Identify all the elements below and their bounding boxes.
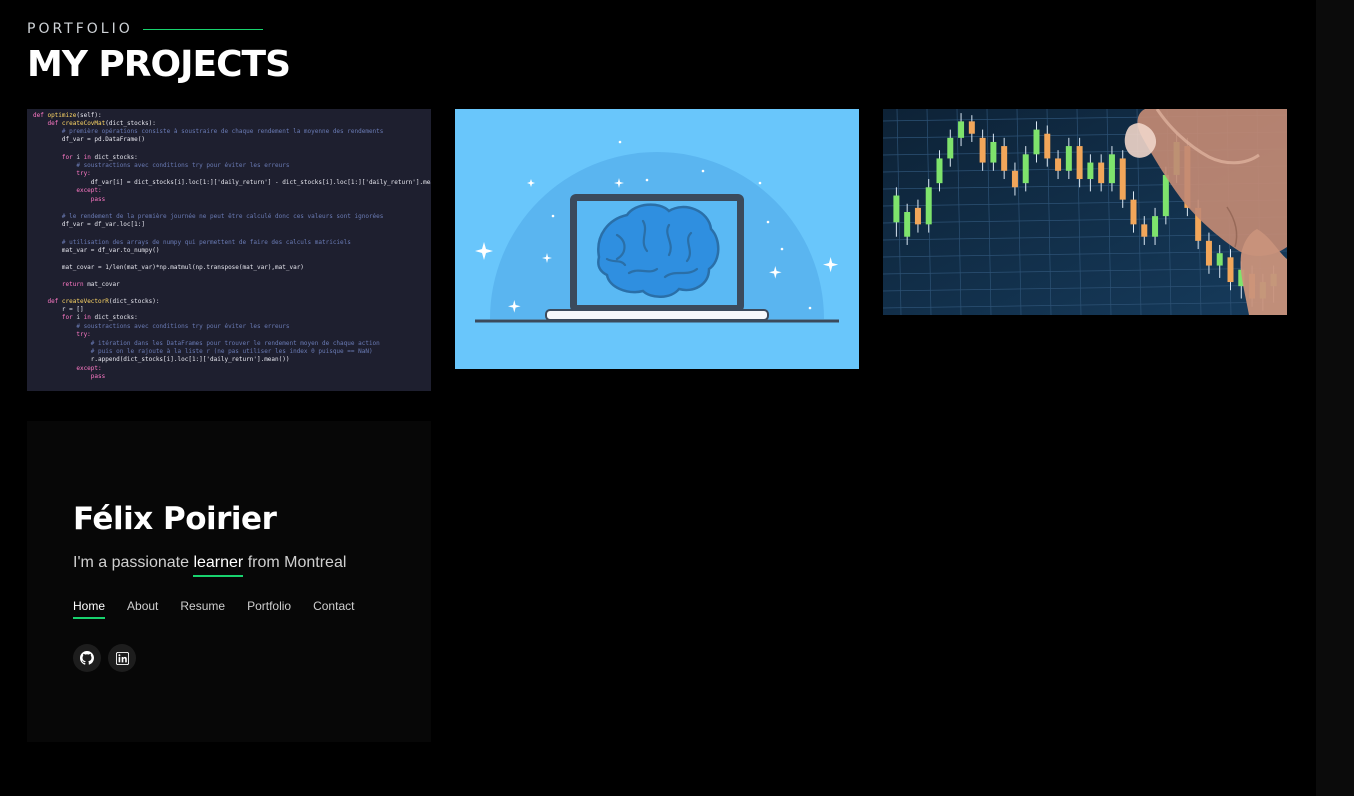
candle-body [893, 195, 900, 223]
candle-body [1108, 154, 1115, 184]
candle-body [1087, 162, 1094, 180]
code-line: mat_var = df_var.to_numpy() [33, 247, 160, 254]
code-line: # puis on le rajoute à la liste r (ne pa… [33, 348, 373, 355]
candle-body [958, 121, 965, 138]
code-line: # itération dans les DataFrames pour tro… [33, 340, 380, 347]
nav-home: Home [73, 599, 106, 619]
nav-resume: Resume [180, 599, 226, 613]
code-line: df_var = df_var.loc[1:] [33, 221, 145, 228]
code-line: r.append(dict_stocks[i].loc[1:]['daily_r… [33, 356, 290, 363]
code-line: for i in dict_stocks: [61, 154, 138, 161]
page-title: MY PROJECTS [27, 44, 291, 85]
portfolio-nav: Home About Resume Portfolio Contact [73, 599, 376, 619]
portfolio-owner-name: Félix Poirier [73, 501, 277, 537]
code-line: except: [33, 187, 102, 194]
tagline-highlight: learner [193, 554, 244, 571]
eyebrow-accent-line [142, 28, 263, 30]
candle-body [1130, 199, 1137, 225]
code-line: df_var = pd.DataFrame() [33, 136, 145, 143]
project-card-portfolio-site[interactable]: Félix Poirier I'm a passionate learner f… [27, 421, 431, 742]
code-line: def createCovMat(dict_stocks): [47, 120, 156, 127]
candle-body [1216, 253, 1223, 266]
candle-body [1076, 146, 1083, 180]
section-eyebrow: PORTFOLIO [27, 21, 263, 37]
laptop-base [545, 309, 769, 321]
candle-body [1152, 216, 1159, 237]
code-line: try: [33, 331, 91, 338]
code-line: def optimize(self): [33, 112, 102, 119]
candle-body [1098, 162, 1105, 184]
candle-body [1065, 146, 1072, 171]
nav-contact: Contact [313, 599, 355, 613]
candle-body [936, 158, 943, 184]
candle-body [914, 207, 921, 225]
candle-body [1044, 133, 1051, 159]
candle-body [1227, 257, 1234, 283]
candle-body [1205, 240, 1212, 266]
linkedin-icon [108, 644, 136, 672]
stock-chart-image [883, 109, 1287, 315]
code-line: return mat_covar [33, 281, 120, 288]
candle-body [968, 121, 975, 134]
code-line: try: [33, 170, 91, 177]
candle-body [1011, 170, 1018, 188]
ai-illustration [475, 140, 839, 323]
candle-body [1055, 158, 1062, 171]
code-line: # première opérations consiste à soustra… [33, 128, 384, 135]
candle-body [1033, 129, 1040, 155]
project-card-stocks[interactable] [883, 109, 1287, 315]
nav-about: About [127, 599, 159, 613]
code-line: # soustractions avec conditions try pour… [33, 323, 290, 330]
candle-body [1022, 154, 1029, 184]
code-line: r = [] [33, 306, 84, 313]
candle-body [904, 212, 911, 237]
code-line: for i in dict_stocks: [61, 314, 138, 321]
code-line: # le rendement de la première journée ne… [33, 213, 384, 220]
brain-icon [597, 203, 720, 298]
candle-body [979, 137, 986, 163]
candle-body [925, 187, 932, 225]
nav-portfolio: Portfolio [247, 599, 292, 613]
code-line: pass [33, 373, 106, 380]
code-line: except: [33, 365, 102, 372]
code-line: mat_covar = 1/len(mat_var)*np.matmul(np.… [33, 264, 304, 271]
portfolio-tagline: I'm a passionate learner from Montreal [73, 554, 346, 572]
code-line: def createVectorR(dict_stocks): [47, 298, 160, 305]
code-line: pass [33, 196, 106, 203]
project-card-code[interactable]: def optimize(self): def createCovMat(dic… [27, 109, 431, 391]
tagline-start: I'm a passionate [73, 554, 194, 571]
candle-body [1141, 224, 1148, 237]
candle-body [1119, 158, 1126, 200]
page-scrollbar[interactable] [1316, 0, 1354, 796]
code-line: # utilisation des arrays de numpy qui pe… [33, 239, 351, 246]
code-line: # soustractions avec conditions try pour… [33, 162, 290, 169]
candle-body [947, 137, 954, 159]
candle-body [1001, 146, 1008, 171]
candle-body [1162, 174, 1169, 217]
candle-body [990, 141, 997, 163]
tagline-end: from Montreal [243, 554, 347, 571]
code-line: df_var[i] = dict_stocks[i].loc[1:]['dail… [33, 179, 431, 186]
eyebrow-text: PORTFOLIO [27, 21, 133, 37]
github-icon [73, 644, 101, 672]
project-card-ai[interactable] [455, 109, 859, 369]
